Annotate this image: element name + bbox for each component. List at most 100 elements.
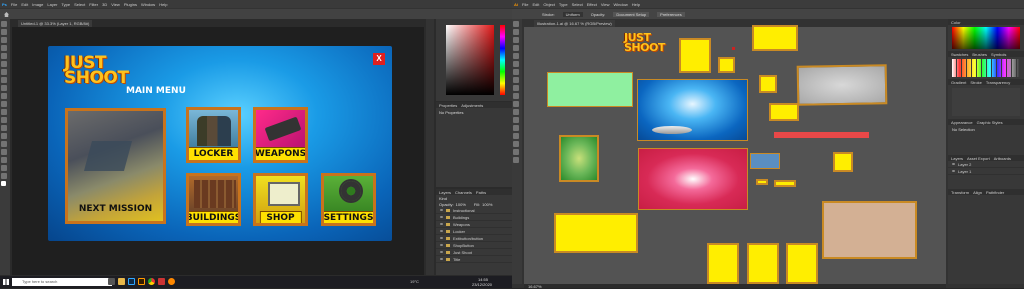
appearance-tab[interactable]: Appearance [951,120,973,125]
type-tool-icon[interactable] [1,141,7,147]
visibility-eye-icon[interactable] [952,163,955,165]
ai-color-spectrum[interactable] [952,27,1020,49]
visibility-eye-icon[interactable] [440,209,443,211]
rectangle-tool-icon[interactable] [513,61,519,67]
red-bar-artboard[interactable] [774,132,869,138]
yellow-artboard[interactable] [786,243,818,284]
ai-menu-type[interactable]: Type [559,2,568,7]
ps-menu-window[interactable]: Window [141,2,155,7]
opacity-value[interactable]: 100% [456,202,466,207]
yellow-artboard[interactable] [707,243,739,284]
blur-tool-icon[interactable] [1,117,7,123]
marquee-tool-icon[interactable] [1,29,7,35]
illustrator-taskbar-icon[interactable] [138,278,145,285]
layer-row[interactable]: Locker [436,228,512,235]
color-tab[interactable]: Color [951,20,961,25]
visibility-eye-icon[interactable] [440,244,443,246]
ps-menu-view[interactable]: View [111,2,120,7]
green-glow-artboard[interactable] [559,135,599,182]
brushes-tab[interactable]: Brushes [972,52,987,57]
properties-tab[interactable]: Properties [439,103,457,108]
shape-tool-icon[interactable] [1,157,7,163]
gradient-tab[interactable]: Gradient [951,80,966,85]
zoom-tool-icon[interactable] [1,173,7,179]
hue-slider[interactable] [500,25,505,95]
history-brush-icon[interactable] [1,93,7,99]
layer-row[interactable]: Weapons [436,221,512,228]
eraser-tool-icon[interactable] [1,101,7,107]
adjustments-tab[interactable]: Adjustments [461,103,483,108]
healing-tool-icon[interactable] [1,69,7,75]
chrome-taskbar-icon[interactable] [148,278,155,285]
ai-menu-window[interactable]: Window [613,2,627,7]
path-select-tool-icon[interactable] [1,149,7,155]
paths-tab[interactable]: Paths [476,190,486,195]
gradient-tool-icon[interactable] [1,109,7,115]
ai-layer-row[interactable]: Layer 1 [948,168,1024,175]
ai-document-tab[interactable]: Illustration-1.ai @ 16.67 % (RGB/Preview… [534,20,615,27]
paintbrush-tool-icon[interactable] [513,69,519,75]
swatch-grid[interactable] [952,59,1020,77]
ai-menu-select[interactable]: Select [572,2,583,7]
layer-row[interactable]: ShopButton [436,242,512,249]
ai-logo-icon[interactable]: Ai [514,2,518,7]
pen-tool-icon[interactable] [513,37,519,43]
line-tool-icon[interactable] [513,53,519,59]
ps-menu-plugins[interactable]: Plugins [124,2,137,7]
artboards-tab[interactable]: Artboards [994,156,1011,161]
shape-builder-icon[interactable] [513,117,519,123]
lasso-tool-icon[interactable] [1,37,7,43]
ai-menu-edit[interactable]: Edit [532,2,539,7]
yellow-artboard[interactable] [747,243,779,284]
layer-row[interactable]: Title [436,256,512,263]
pathfinder-tab[interactable]: Pathfinder [986,190,1004,195]
selection-tool-icon[interactable] [513,21,519,27]
rotate-tool-icon[interactable] [513,93,519,99]
firefox-taskbar-icon[interactable] [168,278,175,285]
ps-menu-edit[interactable]: Edit [21,2,28,7]
buildings-button[interactable]: BUILDINGS [186,173,241,226]
zoom-level[interactable]: 16.67% [524,284,542,289]
shop-button[interactable]: SHOP [253,173,308,226]
visibility-eye-icon[interactable] [952,170,955,172]
hand-tool-icon[interactable] [1,165,7,171]
ai-menu-effect[interactable]: Effect [587,2,597,7]
windows-start-icon[interactable] [3,279,9,285]
scale-tool-icon[interactable] [513,101,519,107]
yellow-artboard[interactable] [759,75,777,93]
ps-menu-filter[interactable]: Filter [89,2,98,7]
document-setup-button[interactable]: Document Setup [613,11,650,17]
ai-menu-help[interactable]: Help [632,2,640,7]
blue-small-artboard[interactable] [750,153,780,169]
ps-menu-layer[interactable]: Layer [47,2,57,7]
ps-menu-type[interactable]: Type [61,2,70,7]
artboard-tool-icon[interactable] [513,141,519,147]
ai-layers-tab[interactable]: Layers [951,156,963,161]
width-tool-icon[interactable] [513,109,519,115]
kind-filter[interactable]: Kind [439,196,447,201]
taskbar-search-box[interactable]: Type here to search [12,278,112,286]
ps-menu-file[interactable]: File [11,2,17,7]
yellow-artboard[interactable] [774,180,796,187]
yellow-artboard[interactable] [833,152,853,172]
next-mission-button[interactable]: NEXT MISSION [65,108,166,224]
pencil-tool-icon[interactable] [513,77,519,83]
visibility-eye-icon[interactable] [440,258,443,260]
weapons-button[interactable]: WEAPONS [253,107,308,163]
quick-select-tool-icon[interactable] [1,45,7,51]
move-tool-icon[interactable] [1,21,7,27]
close-button[interactable]: X [373,53,385,65]
color-field[interactable] [446,25,494,95]
locker-button[interactable]: LOCKER [186,107,241,163]
yellow-artboard[interactable] [554,213,638,253]
ps-menu-help[interactable]: Help [159,2,167,7]
asset-export-tab[interactable]: Asset Export [967,156,990,161]
transform-tab[interactable]: Transform [951,190,969,195]
visibility-eye-icon[interactable] [440,237,443,239]
visibility-eye-icon[interactable] [440,223,443,225]
ai-menu-file[interactable]: File [522,2,528,7]
direct-selection-tool-icon[interactable] [513,29,519,35]
graphic-styles-tab[interactable]: Graphic Styles [977,120,1003,125]
yellow-artboard[interactable] [718,57,735,73]
eyedropper-tool-icon[interactable] [513,133,519,139]
